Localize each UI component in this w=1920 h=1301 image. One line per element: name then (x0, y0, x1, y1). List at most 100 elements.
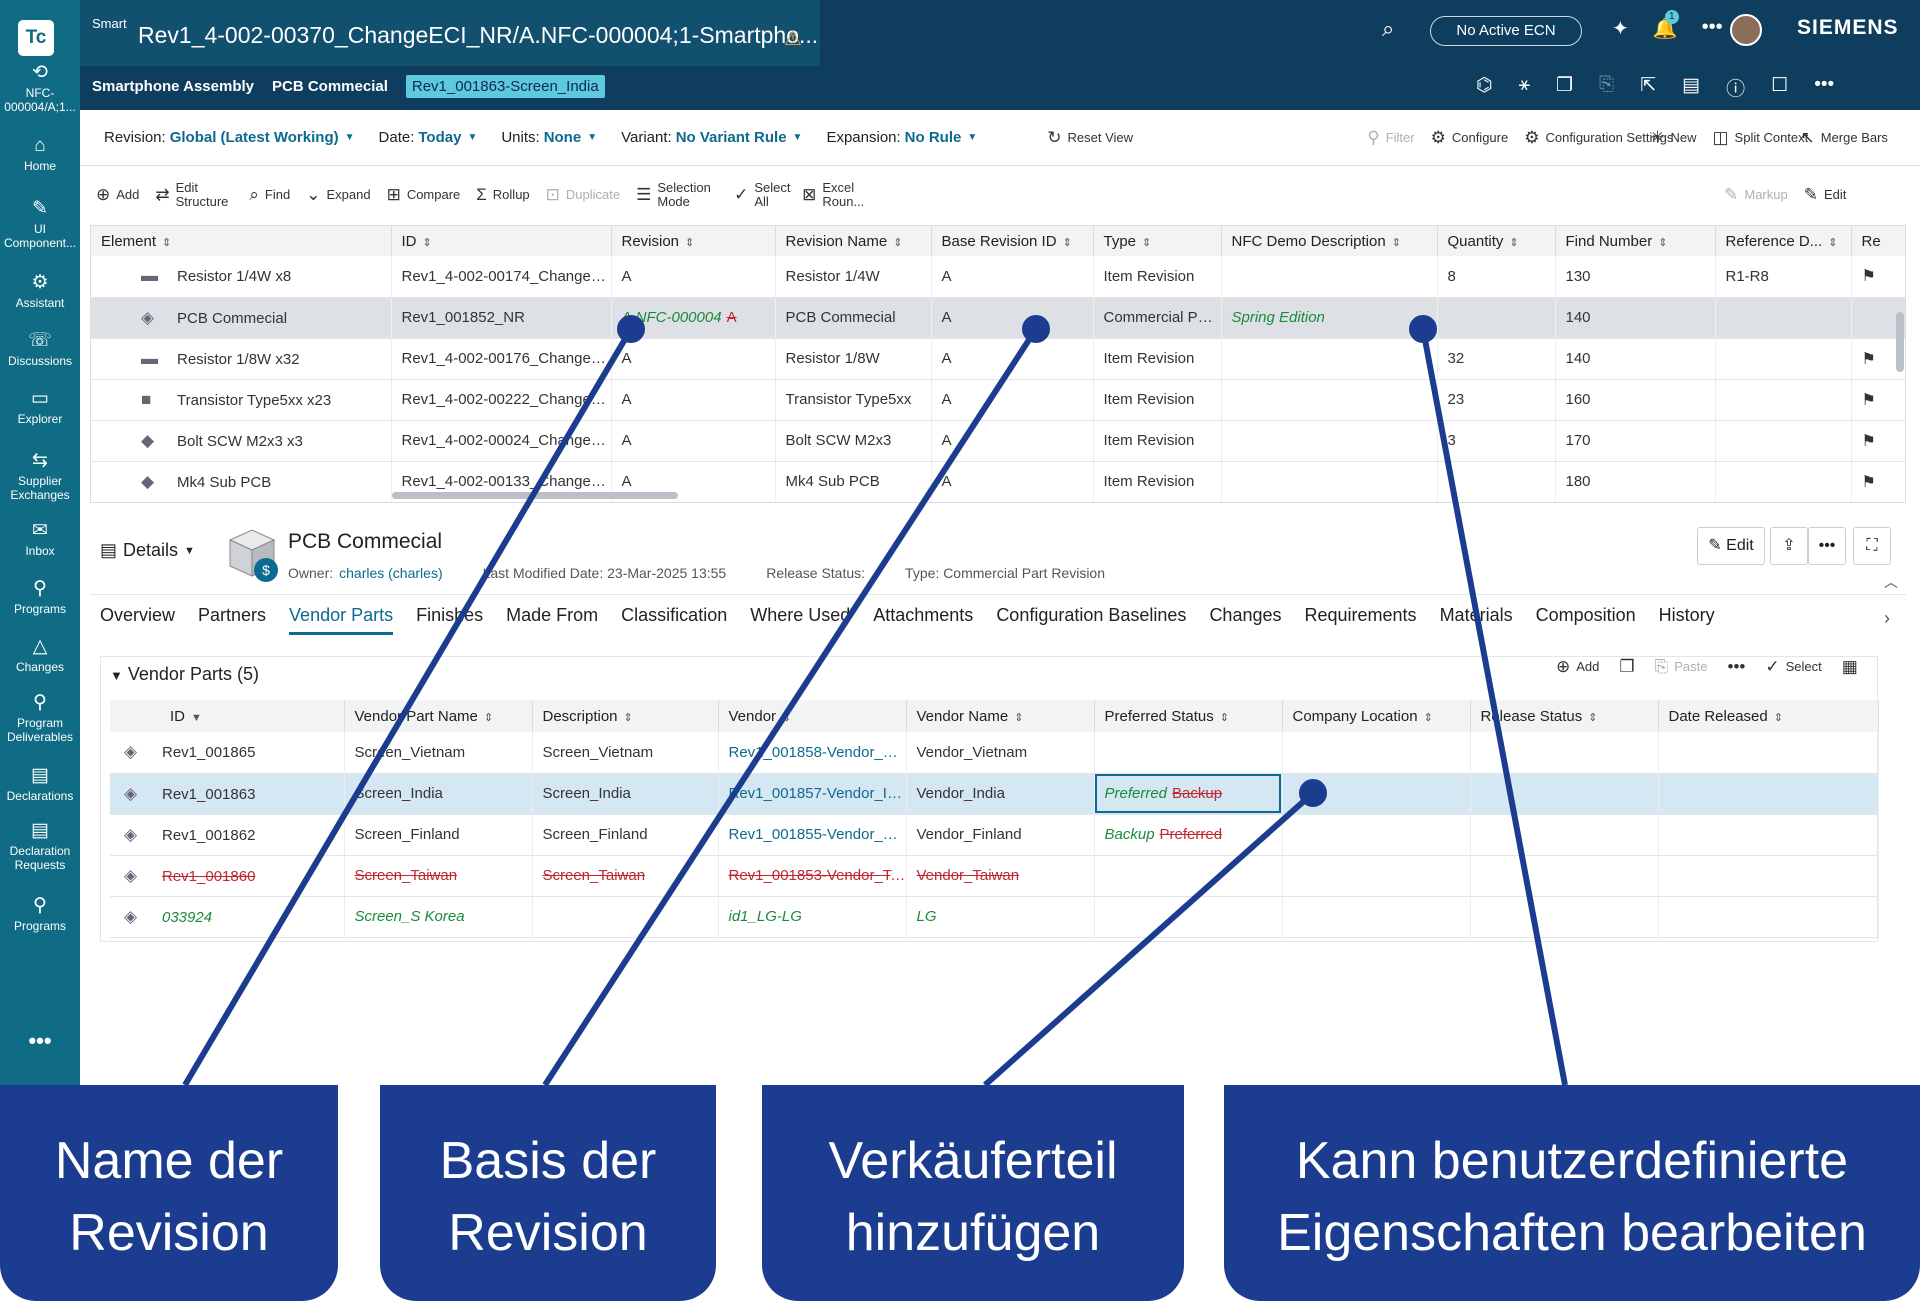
grid-column-header[interactable]: Find Number ⇕ (1555, 226, 1716, 256)
find-button[interactable]: ⌕ Find (249, 186, 290, 203)
table-row[interactable]: ◈ Rev1_001862 Screen_Finland Screen_Finland… (110, 814, 1879, 856)
rail-item[interactable]: ✎ UI Component... (0, 198, 80, 250)
compare-button[interactable]: ⊞ Compare (387, 186, 461, 203)
tab-history[interactable]: History (1659, 605, 1715, 635)
layout-icon[interactable]: ▤ (1682, 74, 1700, 101)
vendor-select-button[interactable]: ✓ Select (1765, 658, 1821, 675)
rail-item[interactable]: ☏ Discussions (0, 330, 80, 368)
filter-button[interactable]: ⚲ Filter (1367, 129, 1414, 146)
vendor-column-header[interactable]: Vendor Name ⇕ (906, 700, 1095, 732)
rail-item[interactable]: ▤ Declarations (0, 765, 80, 803)
rail-more-icon[interactable]: ••• (0, 1028, 80, 1054)
owner-link[interactable]: charles (charles) (339, 565, 442, 581)
grid-column-header[interactable]: Re (1851, 226, 1905, 256)
warning-icon[interactable]: ⚠ (784, 26, 802, 51)
date-dropdown[interactable]: Today (418, 129, 461, 146)
teamcenter-logo[interactable]: Tc (18, 20, 54, 56)
variant-dropdown[interactable]: No Variant Rule (676, 129, 787, 146)
vendor-copy-button[interactable]: ❐ (1619, 658, 1634, 675)
chat-icon[interactable]: ☐ (1771, 74, 1788, 101)
rail-item[interactable]: ⚲ Program Deliverables (0, 692, 80, 744)
rail-item[interactable]: ✉ Inbox (0, 520, 80, 558)
breadcrumb-item-pcb[interactable]: PCB Commecial (272, 78, 388, 95)
tab-classification[interactable]: Classification (621, 605, 727, 635)
excel-button[interactable]: ⊠ Excel Roun... (802, 181, 876, 209)
breadcrumb-current[interactable]: Rev1_001863-Screen_India (405, 74, 605, 98)
search-icon[interactable]: ⌕ (1382, 16, 1394, 42)
grid-column-header[interactable]: Quantity ⇕ (1437, 226, 1556, 256)
table-row[interactable]: ▬ Resistor 1/4W x8 Rev1_4-002-00174_Change… (91, 256, 1905, 298)
grid-column-header[interactable]: ID ⇕ (391, 226, 612, 256)
table-row[interactable]: ■ Transistor Type5xx x23 Rev1_4-002-00222_… (91, 379, 1905, 421)
details-edit-button[interactable]: ✎ Edit (1697, 527, 1765, 565)
grid-column-header[interactable]: Reference D... ⇕ (1715, 226, 1852, 256)
tab-composition[interactable]: Composition (1536, 605, 1636, 635)
table-row[interactable]: ◆ Mk4 Sub PCB Rev1_4-002-00133_ChangeE... A… (91, 461, 1905, 502)
tab-requirements[interactable]: Requirements (1305, 605, 1417, 635)
rail-item[interactable]: △ Changes (0, 636, 80, 674)
new-button[interactable]: ✳ New (1650, 129, 1696, 146)
more-icon[interactable]: ••• (1702, 16, 1723, 41)
revision-rule-dropdown[interactable]: Global (Latest Working) (170, 129, 339, 146)
vendor-column-header[interactable]: Vendor ⇕ (718, 700, 907, 732)
table-row[interactable]: ◈ Rev1_001860 Screen_Taiwan Screen_Taiwan Re… (110, 855, 1879, 897)
vendor-column-header[interactable]: Release Status ⇕ (1470, 700, 1659, 732)
duplicate-button[interactable]: ⊡ Duplicate (546, 186, 620, 203)
select-all-button[interactable]: ✓ Select All (734, 181, 790, 209)
vendor-column-header[interactable]: ID ▼ (110, 700, 345, 732)
grid-column-header[interactable]: Base Revision ID ⇕ (931, 226, 1094, 256)
vendor-add-button[interactable]: ⊕ Add (1556, 658, 1599, 675)
bell-icon[interactable]: 🔔 1 (1653, 10, 1679, 41)
markup-button[interactable]: ✎ Markup (1724, 186, 1788, 203)
expansion-dropdown[interactable]: No Rule (905, 129, 962, 146)
configure-button[interactable]: ⚙ Configure (1431, 129, 1509, 146)
table-row[interactable]: ◆ Bolt SCW M2x3 x3 Rev1_4-002-00024_Change… (91, 420, 1905, 462)
share-button[interactable]: ⇪ (1770, 527, 1808, 565)
tab-changes[interactable]: Changes (1209, 605, 1281, 635)
vendor-more-button[interactable]: ••• (1728, 658, 1746, 675)
tab-partners[interactable]: Partners (198, 605, 266, 635)
table-view-button[interactable]: ▦ (1842, 658, 1858, 675)
collapse-icon[interactable]: ︿ (1884, 572, 1898, 592)
chevron-right-icon[interactable]: › (1884, 608, 1890, 629)
rail-item[interactable]: ⇆ Supplier Exchanges (0, 450, 80, 502)
table-row[interactable]: ◈ PCB Commecial Rev1_001852_NR A.NFC-000004… (91, 297, 1905, 339)
structure-icon[interactable]: ⌬ (1476, 74, 1493, 101)
merge-bars-button[interactable]: ↖ Merge Bars (1800, 129, 1887, 146)
rail-item[interactable]: ⚲ Programs (0, 895, 80, 933)
tab-where-used[interactable]: Where Used (750, 605, 850, 635)
ecn-badge[interactable]: No Active ECN (1430, 16, 1582, 46)
vendor-column-header[interactable]: Date Released ⇕ (1658, 700, 1879, 732)
configuration-settings-button[interactable]: ⚙ Configuration Settings (1524, 129, 1673, 146)
tab-attachments[interactable]: Attachments (873, 605, 973, 635)
tab-overview[interactable]: Overview (100, 605, 175, 635)
grid-column-header[interactable]: Revision Name ⇕ (775, 226, 932, 256)
vendor-column-header[interactable]: Preferred Status ⇕ (1094, 700, 1283, 732)
tab-finishes[interactable]: Finishes (416, 605, 483, 635)
tab-made-from[interactable]: Made From (506, 605, 598, 635)
vendor-column-header[interactable]: Vendor Part Name ⇕ (344, 700, 533, 732)
grid-column-header[interactable]: Revision ⇕ (611, 226, 776, 256)
grid-column-header[interactable]: Type ⇕ (1093, 226, 1222, 256)
info-icon[interactable]: ⓘ (1726, 74, 1745, 101)
reset-view-button[interactable]: ↻ Reset View (1047, 129, 1133, 146)
units-dropdown[interactable]: None (544, 129, 582, 146)
rail-item[interactable]: ⚲ Programs (0, 578, 80, 616)
overflow-icon[interactable]: ••• (1814, 74, 1834, 101)
selection-mode-button[interactable]: ☰ Selection Mode (636, 181, 720, 209)
table-row[interactable]: ◈ 033924 Screen_S Korea id1_LG-LG LG (110, 896, 1879, 938)
add-button[interactable]: ⊕ Add (96, 186, 139, 203)
tab-configuration-baselines[interactable]: Configuration Baselines (996, 605, 1186, 635)
vendor-column-header[interactable]: Description ⇕ (532, 700, 719, 732)
details-menu[interactable]: ▤ Details ▼ (100, 540, 195, 561)
edit-structure-button[interactable]: ⇄ Edit Structure (155, 181, 239, 209)
horizontal-scrollbar[interactable] (392, 492, 678, 499)
share-icon[interactable]: ⇱ (1640, 74, 1656, 101)
paste-icon[interactable]: ⎘ (1599, 74, 1614, 101)
copy-icon[interactable]: ❐ (1556, 74, 1573, 101)
grid-column-header[interactable]: Element ⇕ (91, 226, 392, 256)
vendor-paste-button[interactable]: ⎘ Paste (1655, 658, 1708, 675)
avatar[interactable] (1730, 14, 1762, 46)
rollup-button[interactable]: Σ Rollup (476, 186, 529, 203)
tab-vendor-parts[interactable]: Vendor Parts (289, 605, 394, 635)
